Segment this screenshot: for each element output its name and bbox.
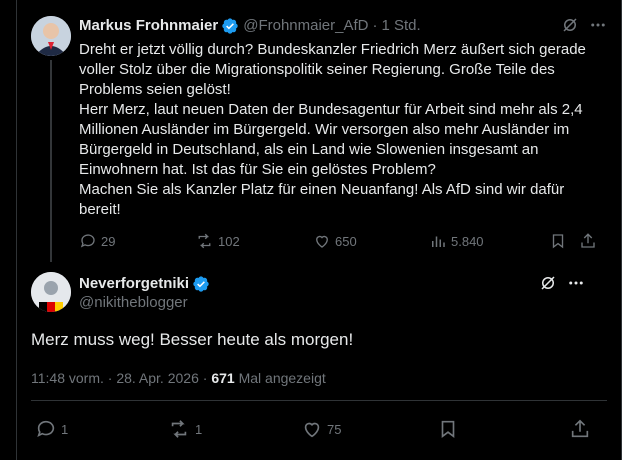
tweet-top-actions bbox=[561, 16, 607, 34]
tweet-text-line: Millionen Ausländer im Bürgergeld. Wir v… bbox=[79, 121, 570, 138]
verified-badge-icon bbox=[222, 18, 238, 34]
repost-count: 102 bbox=[218, 233, 240, 249]
repost-button[interactable]: 102 bbox=[195, 232, 240, 250]
like-icon bbox=[316, 235, 328, 248]
reply-views-label: Mal angezeigt bbox=[238, 370, 326, 386]
share-icon bbox=[571, 419, 589, 438]
views-icon bbox=[432, 236, 445, 247]
divider bbox=[31, 400, 607, 401]
repost-icon bbox=[171, 420, 187, 438]
tweet-text-line: Machen Sie als Kanzler Platz für einen N… bbox=[79, 181, 565, 198]
more-icon[interactable] bbox=[589, 16, 607, 34]
tweet-text-line: Einwohnern hat. Ist das für Sie ein gelö… bbox=[79, 161, 436, 178]
author-name[interactable]: Markus Frohnmaier bbox=[79, 16, 218, 36]
reply-header: Neverforgetniki bbox=[79, 274, 214, 294]
reply-date[interactable]: 28. Apr. 2026 bbox=[116, 370, 199, 386]
reply-meta: 11:48 vorm. · 28. Apr. 2026 · 671 Mal an… bbox=[31, 368, 326, 388]
conversation-panel: Markus Frohnmaier @Frohnmaier_AfD · 1 St… bbox=[16, 0, 622, 460]
reply-top-actions bbox=[539, 274, 585, 292]
grok-icon[interactable] bbox=[539, 274, 557, 292]
reply-reply-count: 1 bbox=[61, 421, 69, 437]
views-count: 5.840 bbox=[451, 233, 484, 249]
reply-button[interactable]: 29 bbox=[79, 232, 115, 250]
bookmark-button[interactable] bbox=[549, 232, 567, 250]
reply-count: 29 bbox=[101, 233, 116, 249]
tweet-text-line: Problems seien gelöst! bbox=[79, 81, 231, 98]
like-button[interactable]: 650 bbox=[313, 232, 357, 250]
reply-author-handle[interactable]: @nikitheblogger bbox=[79, 294, 188, 311]
reply-icon bbox=[37, 420, 55, 437]
reply-author-avatar[interactable] bbox=[31, 272, 71, 312]
repost-icon bbox=[198, 233, 211, 249]
author-avatar[interactable] bbox=[31, 16, 71, 56]
reply-views-count: 671 bbox=[211, 370, 235, 386]
share-button[interactable] bbox=[579, 232, 597, 250]
tweet-text: Dreht er jetzt völlig durch? Bundeskanzl… bbox=[79, 40, 609, 220]
meta-separator: · bbox=[202, 370, 208, 386]
reply-author-name[interactable]: Neverforgetniki bbox=[79, 274, 189, 294]
tweet-text-line: Bürgergeld in Deutschland, als ein Land … bbox=[79, 141, 539, 158]
reply-like-count: 75 bbox=[327, 421, 342, 437]
verified-badge-icon bbox=[193, 276, 209, 292]
tweet-text-line: bereit! bbox=[79, 201, 121, 218]
grok-icon[interactable] bbox=[561, 16, 579, 34]
reply-reply-button[interactable]: 1 bbox=[35, 418, 68, 440]
header-separator: · bbox=[372, 17, 378, 34]
like-icon bbox=[304, 422, 320, 438]
bookmark-icon bbox=[441, 420, 455, 438]
tweet-text-line: Dreht er jetzt völlig durch? Bundeskanzl… bbox=[79, 41, 586, 58]
thread-connector bbox=[50, 60, 52, 262]
bookmark-icon bbox=[552, 234, 564, 249]
reply-text: Merz muss weg! Besser heute als morgen! bbox=[31, 330, 354, 349]
more-icon[interactable] bbox=[567, 274, 585, 292]
tweet-text-line: Herr Merz, laut neuen Daten der Bundesag… bbox=[79, 101, 583, 118]
reply-share-button[interactable] bbox=[569, 418, 591, 440]
tweet-time[interactable]: 1 Std. bbox=[382, 16, 421, 36]
reply-repost-button[interactable]: 1 bbox=[167, 418, 202, 440]
like-count: 650 bbox=[335, 233, 357, 249]
reply-like-button[interactable]: 75 bbox=[301, 418, 341, 440]
reply-icon bbox=[80, 234, 95, 248]
tweet-header: Markus Frohnmaier @Frohnmaier_AfD · 1 St… bbox=[79, 16, 421, 36]
share-icon bbox=[581, 233, 595, 248]
tweet-text-line: voller Stolz über die Migrationspolitik … bbox=[79, 61, 555, 78]
reply-bookmark-button[interactable] bbox=[437, 418, 459, 440]
meta-separator: · bbox=[107, 370, 113, 386]
avatar-image bbox=[31, 272, 71, 312]
avatar-image bbox=[31, 16, 71, 56]
views-button[interactable]: 5.840 bbox=[429, 232, 484, 250]
reply-time[interactable]: 11:48 vorm. bbox=[31, 370, 104, 386]
reply-repost-count: 1 bbox=[195, 421, 203, 437]
author-handle[interactable]: @Frohnmaier_AfD bbox=[243, 16, 368, 36]
